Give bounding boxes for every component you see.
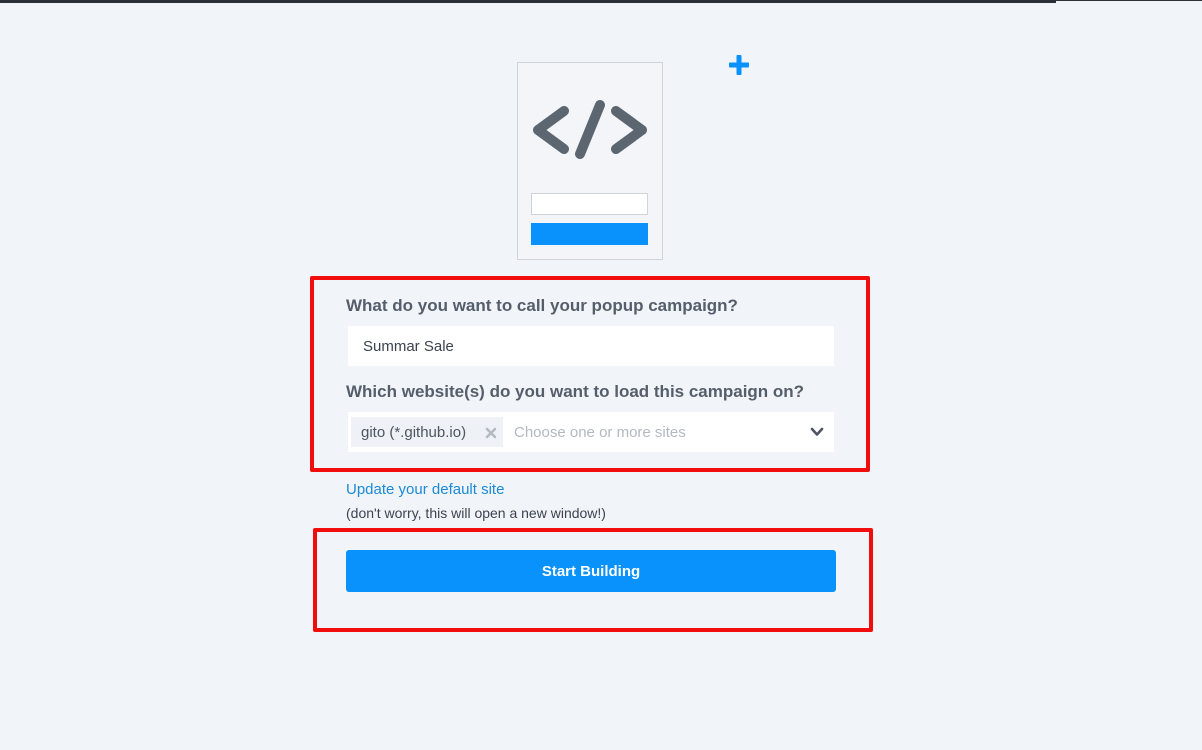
update-default-site-link[interactable]: Update your default site (346, 481, 504, 498)
selected-site-tag: gito (*.github.io) (351, 417, 503, 447)
top-bar-edge (1056, 0, 1202, 1)
selected-site-label: gito (*.github.io) (361, 424, 467, 441)
campaign-name-input[interactable] (348, 326, 834, 366)
update-site-note: (don't worry, this will open a new windo… (346, 505, 606, 521)
websites-label: Which website(s) do you want to load thi… (346, 382, 805, 401)
start-building-button[interactable]: Start Building (346, 550, 836, 592)
campaign-name-label: What do you want to call your popup camp… (346, 296, 738, 315)
close-icon[interactable] (485, 427, 497, 439)
top-bar (0, 0, 1056, 3)
site-search-input[interactable] (514, 418, 794, 446)
website-select[interactable]: gito (*.github.io) (348, 412, 834, 452)
chevron-down-icon[interactable] (810, 425, 824, 439)
illustration-input (531, 193, 648, 215)
illustration-button (531, 223, 648, 245)
popup-illustration (517, 62, 663, 260)
plus-icon (729, 55, 749, 75)
code-embed-icon (533, 100, 647, 159)
